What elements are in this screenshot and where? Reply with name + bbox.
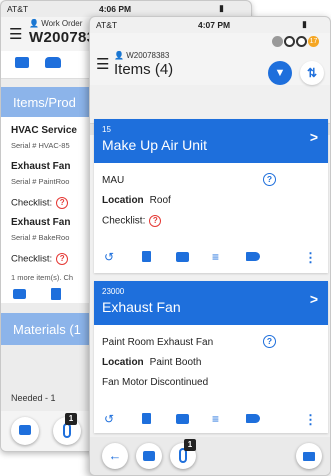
chat-icon[interactable] <box>13 289 26 299</box>
battery-icon: ▮ <box>302 19 307 29</box>
org-chart-button[interactable] <box>296 443 322 469</box>
screen-stage: AT&T 4:06 PM ▮ ☰ 👤 Work Order W20078383 … <box>0 0 331 476</box>
item-card-header[interactable]: 23000 Exhaust Fan > <box>94 281 328 325</box>
item-name: Exhaust Fan <box>102 299 181 315</box>
camera-icon[interactable] <box>176 252 189 262</box>
section-title: Materials (1 <box>13 322 81 337</box>
item-name: Make Up Air Unit <box>102 137 208 153</box>
item-location: Location Roof <box>102 195 171 206</box>
item-location: Location Paint Booth <box>102 357 202 368</box>
item-action-bar: ↺ ≡ ⋮ <box>94 247 328 267</box>
location-icon <box>284 36 295 47</box>
status-bar: AT&T 4:06 PM ▮ <box>1 1 251 17</box>
checklist-icon[interactable]: ≡ <box>212 413 219 425</box>
back-button[interactable]: ← <box>102 443 128 469</box>
org-chart-icon <box>303 452 315 461</box>
help-icon[interactable]: ? <box>263 173 276 186</box>
item-description: MAU <box>102 175 125 186</box>
hamburger-menu-icon[interactable]: ☰ <box>96 55 109 73</box>
checklist-help-icon[interactable]: ? <box>56 253 69 265</box>
header-subtitle: 👤 Work Order <box>29 19 83 28</box>
item-number: 23000 <box>102 287 125 296</box>
status-bar: AT&T 4:07 PM ▮ <box>90 17 330 33</box>
attachment-count-badge: 1 <box>65 413 77 425</box>
arrow-left-icon: ← <box>108 448 122 463</box>
item-serial: Serial # BakeRoo <box>11 233 70 242</box>
bottom-nav: ← 1 <box>90 437 330 475</box>
paperclip-icon <box>63 423 71 438</box>
trash-icon[interactable] <box>142 251 151 262</box>
tag-icon[interactable] <box>246 414 260 423</box>
item-card: 23000 Exhaust Fan > Paint Room Exhaust F… <box>94 281 328 433</box>
clock: 4:07 PM <box>198 20 231 30</box>
header-subtitle: 👤 W20078383 <box>114 51 170 60</box>
hamburger-menu-icon[interactable]: ☰ <box>9 25 22 43</box>
section-title: Items/Prod <box>13 95 76 110</box>
chat-button[interactable] <box>11 417 39 445</box>
item-card: 15 Make Up Air Unit > MAU ? Location Roof… <box>94 119 328 273</box>
history-icon[interactable]: ↺ <box>104 413 114 425</box>
checklist-icon[interactable]: ≡ <box>212 251 219 263</box>
checklist-help-icon[interactable]: ? <box>56 197 69 209</box>
more-vertical-icon[interactable]: ⋮ <box>304 250 317 266</box>
chevron-right-icon[interactable]: > <box>310 129 318 145</box>
battery-icon: ▮ <box>219 3 224 13</box>
checklist-row: Checklist:? <box>11 253 69 265</box>
clock-icon <box>296 36 307 47</box>
item-serial: Serial # HVAC-85 <box>11 141 70 150</box>
trash-icon[interactable] <box>142 413 151 424</box>
carrier-label: AT&T <box>96 20 118 30</box>
trash-icon[interactable] <box>51 288 61 300</box>
front-phone-items: AT&T 4:07 PM ▮ ☰ 👤 W20078383 Items (4) 1… <box>89 16 331 476</box>
sort-icon: ⇅ <box>306 66 318 80</box>
camera-icon[interactable] <box>176 414 189 424</box>
chat-button[interactable] <box>136 443 162 469</box>
item-name: Exhaust Fan <box>11 217 71 228</box>
needed-count: Needed - 1 <box>11 393 56 403</box>
page-title: Items (4) <box>114 61 174 78</box>
checklist-row: Checklist:? <box>102 215 162 227</box>
clock: 4:06 PM <box>99 4 132 14</box>
item-action-bar: ↺ ≡ ⋮ <box>94 409 328 429</box>
tag-icon[interactable] <box>246 252 260 261</box>
record-indicators: 17 <box>262 36 322 48</box>
status-dot-icon <box>272 36 283 47</box>
help-icon[interactable]: ? <box>263 335 276 348</box>
chat-icon[interactable] <box>15 57 29 68</box>
more-items-text: 1 more item(s). Ch <box>11 273 74 282</box>
checklist-help-icon[interactable]: ? <box>149 215 162 227</box>
history-icon[interactable]: ↺ <box>104 251 114 263</box>
item-number: 15 <box>102 125 111 134</box>
chat-icon <box>143 451 155 461</box>
chevron-right-icon[interactable]: > <box>310 291 318 307</box>
checklist-row: Checklist:? <box>11 197 69 209</box>
item-name: Exhaust Fan <box>11 161 71 172</box>
sort-button[interactable]: ⇅ <box>300 61 324 85</box>
filter-icon: ▼ <box>274 67 286 79</box>
filter-button[interactable]: ▼ <box>268 61 292 85</box>
item-note: Fan Motor Discontinued <box>102 377 209 388</box>
attachment-count-badge: 1 <box>184 439 196 451</box>
items-header: ☰ 👤 W20078383 Items (4) 17 ▼ ⇅ <box>90 33 330 85</box>
item-description: Paint Room Exhaust Fan <box>102 337 214 348</box>
carrier-label: AT&T <box>7 4 29 14</box>
item-card-header[interactable]: 15 Make Up Air Unit > <box>94 119 328 163</box>
car-icon[interactable] <box>45 57 61 68</box>
item-serial: Serial # PaintRoo <box>11 177 70 186</box>
notification-count-badge[interactable]: 17 <box>308 36 319 47</box>
item-name: HVAC Service <box>11 125 77 136</box>
more-vertical-icon[interactable]: ⋮ <box>304 412 317 428</box>
chat-icon <box>19 425 31 435</box>
